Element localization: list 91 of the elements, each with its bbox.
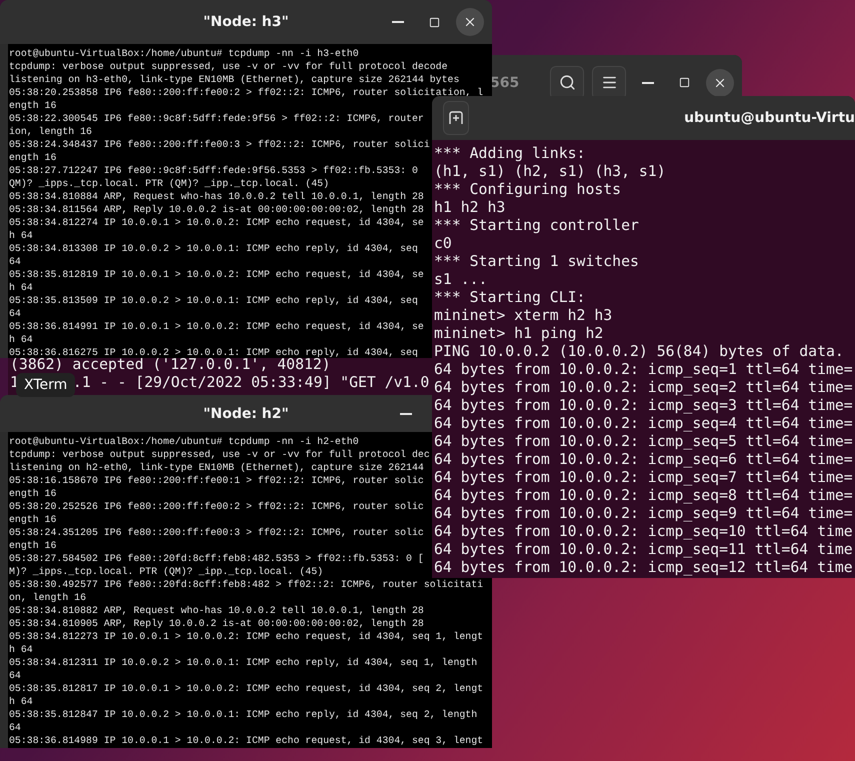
maximize-icon	[428, 16, 440, 28]
terminal-line: 64 bytes from 10.0.0.2: icmp_seq=8 ttl=64 time=	[434, 487, 853, 505]
terminal-line: 05:38:30.492577 IP6 fe80::20fd:8cff:feb8:482 > ff02::2: ICMP6, router solicitati	[9, 578, 484, 591]
minimize-icon	[400, 412, 412, 414]
terminal-line: *** Starting CLI:	[434, 289, 586, 307]
terminal-line: 05:38:34.812273 IP 10.0.0.1 > 10.0.0.2: ICMP echo request, id 4304, seq 1, lengt	[9, 630, 484, 643]
terminal-line: 05:38:22.300545 IP6 fe80::9c8f:5dff:fede:9f56 > ff02::2: ICMP6, router	[9, 112, 424, 125]
terminal-line: 05:38:36.814991 IP 10.0.0.1 > 10.0.0.2: ICMP echo request, id 4304, se	[9, 320, 424, 333]
terminal-line: (3862) accepted ('127.0.0.1', 40812)	[10, 356, 331, 374]
minimize-icon	[392, 21, 404, 23]
terminal-line: s1 ...	[434, 271, 488, 289]
search-icon	[558, 74, 576, 91]
terminal-line: 64	[9, 721, 21, 734]
terminal-line: 05:38:34.812274 IP 10.0.0.1 > 10.0.0.2: ICMP echo request, id 4304, se	[9, 216, 424, 229]
close-button[interactable]	[456, 8, 484, 36]
terminal-line: mininet> h1 ping h2	[434, 325, 604, 343]
terminal-line: mininet> xterm h2 h3	[434, 307, 612, 325]
terminal-line: listening on h2-eth0, link-type EN10MB (Ethernet), capture size 262144	[9, 461, 424, 474]
close-icon	[463, 15, 477, 29]
terminal-line: h 64	[9, 643, 33, 656]
window-title: "Node: h3"	[203, 14, 289, 30]
terminal-line: 05:38:35.813509 IP 10.0.0.2 > 10.0.0.1: ICMP echo reply, id 4304, seq	[9, 294, 418, 307]
terminal-line: 05:38:27.584502 IP6 fe80::20fd:8cff:feb8:482.5353 > ff02::fb.5353: 0 [	[9, 552, 424, 565]
terminal-line: 05:38:34.810882 ARP, Request who-has 10.0.0.2 tell 10.0.0.1, length 28	[9, 604, 424, 617]
new-tab-button[interactable]	[443, 101, 470, 135]
terminal-line: 64 bytes from 10.0.0.2: icmp_seq=9 ttl=64 time=	[434, 505, 853, 523]
terminal-line: 64 bytes from 10.0.0.2: icmp_seq=12 ttl=64 time	[434, 559, 853, 577]
terminal-line: ion, length 16	[9, 125, 92, 138]
terminal-line: .1 - - [29/Oct/2022 05:33:49] "GET /v1.0	[72, 374, 430, 392]
terminal-line: on, length 16	[9, 591, 86, 604]
terminal-line: 05:38:35.812847 IP 10.0.0.2 > 10.0.0.1: ICMP echo reply, id 4304, seq 2, length	[9, 708, 478, 721]
terminal-line: listening on h3-eth0, link-type EN10MB (Ethernet), capture size 262144 bytes	[9, 73, 460, 86]
terminal-line: root@ubuntu-VirtualBox:/home/ubuntu# tcpdump -nn -i h3-eth0	[9, 47, 359, 60]
terminal-line: 05:38:34.810905 ARP, Reply 10.0.0.2 is-at 00:00:00:00:00:02, length 28	[9, 617, 424, 630]
terminal-line: h1 h2 h3	[434, 199, 506, 217]
terminal-line: 05:38:36.816275 IP 10.0.0.2 > 10.0.0.1: ICMP echo reply, id 4304, seq	[9, 346, 418, 358]
terminal-line: 64	[9, 669, 21, 682]
terminal-line: 05:38:16.158670 IP6 fe80::200:ff:fe00:1 > ff02::2: ICMP6, router solic	[9, 474, 424, 487]
terminal-line: *** Adding links:	[434, 145, 586, 163]
terminal-line: 64 bytes from 10.0.0.2: icmp_seq=6 ttl=64 time=	[434, 451, 853, 469]
terminal-line: 05:38:35.812817 IP 10.0.0.1 > 10.0.0.2: ICMP echo request, id 4304, seq 2, lengt	[9, 682, 484, 695]
terminal-line: 05:38:24.348437 IP6 fe80::200:ff:fe00:3 > ff02::2: ICMP6, router solici	[9, 138, 430, 151]
terminal-line: 05:38:20.252526 IP6 fe80::200:ff:fe00:2 > ff02::2: ICMP6, router solic	[9, 500, 424, 513]
terminal-line: ength 16	[9, 151, 56, 164]
terminal-line: ength 16	[9, 99, 56, 112]
terminal-line: 05:38:36.814989 IP 10.0.0.1 > 10.0.0.2: ICMP echo request, id 4304, seq 3, lengt	[9, 734, 484, 747]
terminal-line: *** Configuring hosts	[434, 181, 622, 199]
terminal-line: h 64	[9, 281, 33, 294]
terminal-line: 05:38:27.712247 IP6 fe80::9c8f:5dff:fede:9f56.5353 > ff02::fb.5353: 0	[9, 164, 418, 177]
terminal-line: 64 bytes from 10.0.0.2: icmp_seq=2 ttl=64 time=	[434, 379, 853, 397]
terminal-line: 05:38:34.812311 IP 10.0.0.2 > 10.0.0.1: ICMP echo reply, id 4304, seq 1, length	[9, 656, 478, 669]
terminal-line: 05:38:35.812819 IP 10.0.0.1 > 10.0.0.2: ICMP echo request, id 4304, se	[9, 268, 424, 281]
window-title: "Node: h2"	[203, 406, 289, 422]
terminal-line: ength 16	[9, 487, 56, 500]
terminal-line: 64 bytes from 10.0.0.2: icmp_seq=10 ttl=64 time	[434, 523, 853, 541]
terminal-line: 05:38:34.813308 IP 10.0.0.2 > 10.0.0.1: ICMP echo reply, id 4304, seq	[9, 242, 418, 255]
window-title: 565	[490, 74, 520, 90]
terminal-line: ength 16	[9, 513, 56, 526]
terminal-line: ength 16	[9, 539, 56, 552]
terminal-line: tcpdump: verbose output suppressed, use -v or -vv for full protocol decode	[9, 60, 448, 73]
terminal-line: 64 bytes from 10.0.0.2: icmp_seq=5 ttl=64 time=	[434, 433, 853, 451]
terminal-line: 05:38:24.351205 IP6 fe80::200:ff:fe00:3 > ff02::2: ICMP6, router solic	[9, 526, 424, 539]
terminal-line: h 64	[9, 333, 33, 346]
terminal-line: 64 bytes from 10.0.0.2: icmp_seq=3 ttl=64 time=	[434, 397, 853, 415]
menu-icon	[600, 74, 618, 91]
terminal-line: 64 bytes from 10.0.0.2: icmp_seq=4 ttl=64 time=	[434, 415, 853, 433]
terminal-line: root@ubuntu-VirtualBox:/home/ubuntu# tcpdump -nn -i h2-eth0	[9, 435, 359, 448]
terminal-line: *** Starting 1 switches	[434, 253, 639, 271]
terminal-line: M)? _ipps._tcp.local. PTR (QM)? _ipp._tcp.local. (45)	[9, 565, 324, 578]
window-title: ubuntu@ubuntu-Virtu	[684, 110, 855, 126]
terminal-line: 64	[9, 255, 21, 268]
close-button[interactable]	[706, 68, 734, 96]
terminal-line: 64 bytes from 10.0.0.2: icmp_seq=1 ttl=64 time=	[434, 361, 853, 379]
terminal-line: c0	[434, 235, 452, 253]
terminal-line: 05:38:34.810884 ARP, Request who-has 10.0.0.2 tell 10.0.0.1, length 28	[9, 190, 424, 203]
terminal-line: 05:38:34.811564 ARP, Reply 10.0.0.2 is-at 00:00:00:00:00:02, length 28	[9, 203, 424, 216]
terminal-line: QM)? _ipps._tcp.local. PTR (QM)? _ipp._tcp.local. (45)	[9, 177, 330, 190]
terminal-line: 64	[9, 307, 21, 320]
terminal-line: 05:38:20.253858 IP6 fe80::200:ff:fe00:2 > ff02::2: ICMP6, router solicitation, l	[9, 86, 484, 99]
tooltip: XTerm	[16, 373, 76, 397]
terminal-line: PING 10.0.0.2 (10.0.0.2) 56(84) bytes of data.	[434, 343, 844, 361]
terminal-line: 64 bytes from 10.0.0.2: icmp_seq=11 ttl=64 time	[434, 541, 853, 559]
new-tab-icon	[448, 110, 464, 126]
terminal-line: h 64	[9, 229, 33, 242]
terminal-line: (h1, s1) (h2, s1) (h3, s1)	[434, 163, 666, 181]
maximize-icon	[678, 77, 690, 88]
terminal-line: *** Starting controller	[434, 217, 639, 235]
terminal-line: 64 bytes from 10.0.0.2: icmp_seq=7 ttl=64 time=	[434, 469, 853, 487]
minimize-icon	[642, 82, 654, 84]
terminal-line: h 64	[9, 695, 33, 708]
terminal-line: tcpdump: verbose output suppressed, use -v or -vv for full protocol dec	[9, 448, 430, 461]
